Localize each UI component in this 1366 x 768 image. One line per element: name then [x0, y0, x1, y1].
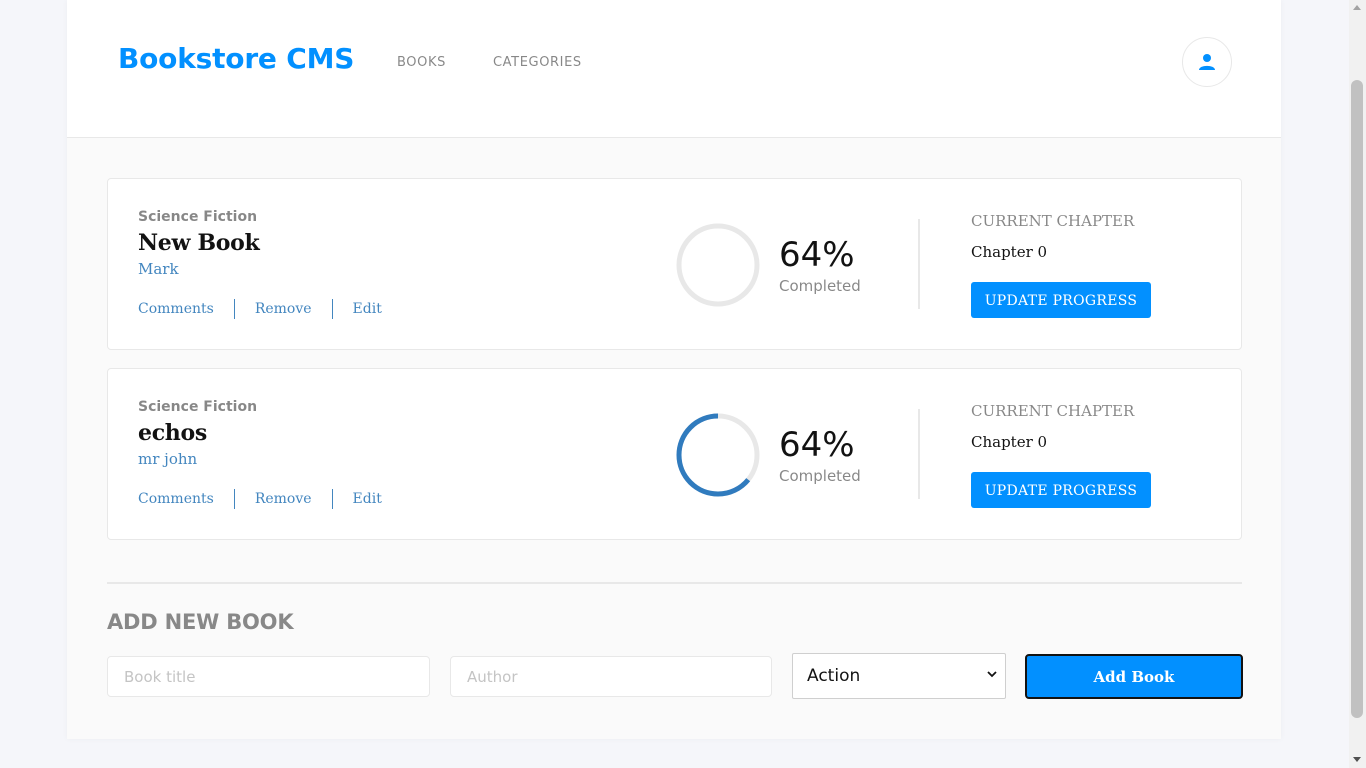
current-chapter: Chapter 0	[971, 243, 1048, 261]
category-select-value: Action	[807, 666, 861, 686]
remove-button[interactable]: Remove	[233, 489, 332, 509]
book-actions: Comments Remove Edit	[138, 298, 402, 320]
vertical-divider	[918, 409, 920, 499]
author-input[interactable]	[450, 656, 772, 697]
scroll-down-arrow-icon[interactable]	[1353, 757, 1361, 762]
app-header: Bookstore CMS BOOKS CATEGORIES	[67, 0, 1281, 138]
add-book-button[interactable]: Add Book	[1025, 654, 1243, 699]
nav-categories[interactable]: CATEGORIES	[493, 55, 582, 70]
remove-button[interactable]: Remove	[233, 299, 332, 319]
chevron-down-icon	[987, 671, 997, 678]
book-author: Mark	[138, 260, 179, 278]
book-genre: Science Fiction	[138, 399, 258, 415]
category-select[interactable]: Action	[792, 653, 1006, 699]
user-profile-button[interactable]	[1182, 37, 1232, 87]
progress-completed-label: Completed	[779, 467, 861, 485]
progress-percent: 64%	[779, 425, 855, 465]
app-viewport: Bookstore CMS BOOKS CATEGORIES Science F…	[0, 0, 1366, 768]
user-icon	[1199, 54, 1215, 70]
book-title: New Book	[138, 230, 260, 256]
edit-button[interactable]: Edit	[331, 299, 402, 319]
scrollbar-thumb[interactable]	[1351, 80, 1363, 718]
scroll-up-arrow-icon[interactable]	[1353, 5, 1361, 10]
comments-button[interactable]: Comments	[138, 299, 234, 319]
vertical-scrollbar[interactable]	[1349, 0, 1366, 768]
book-genre: Science Fiction	[138, 209, 258, 225]
app-logo[interactable]: Bookstore CMS	[118, 42, 354, 75]
add-book-heading: ADD NEW BOOK	[107, 610, 294, 634]
progress-ring	[676, 223, 760, 307]
current-chapter: Chapter 0	[971, 433, 1048, 451]
book-card: Science Fiction echos mr john Comments R…	[107, 368, 1242, 540]
update-progress-button[interactable]: UPDATE PROGRESS	[971, 472, 1151, 508]
vertical-divider	[918, 219, 920, 309]
progress-completed-label: Completed	[779, 277, 861, 295]
book-author: mr john	[138, 450, 198, 468]
book-title-input[interactable]	[107, 656, 430, 697]
edit-button[interactable]: Edit	[331, 489, 402, 509]
book-actions: Comments Remove Edit	[138, 488, 402, 510]
current-chapter-label: CURRENT CHAPTER	[971, 212, 1135, 230]
book-card: Science Fiction New Book Mark Comments R…	[107, 178, 1242, 350]
book-title: echos	[138, 420, 207, 446]
main-panel: Bookstore CMS BOOKS CATEGORIES Science F…	[67, 0, 1281, 739]
nav-books[interactable]: BOOKS	[397, 55, 446, 70]
progress-ring	[676, 413, 760, 497]
comments-button[interactable]: Comments	[138, 489, 234, 509]
update-progress-button[interactable]: UPDATE PROGRESS	[971, 282, 1151, 318]
section-divider	[107, 582, 1242, 584]
progress-percent: 64%	[779, 235, 855, 275]
current-chapter-label: CURRENT CHAPTER	[971, 402, 1135, 420]
